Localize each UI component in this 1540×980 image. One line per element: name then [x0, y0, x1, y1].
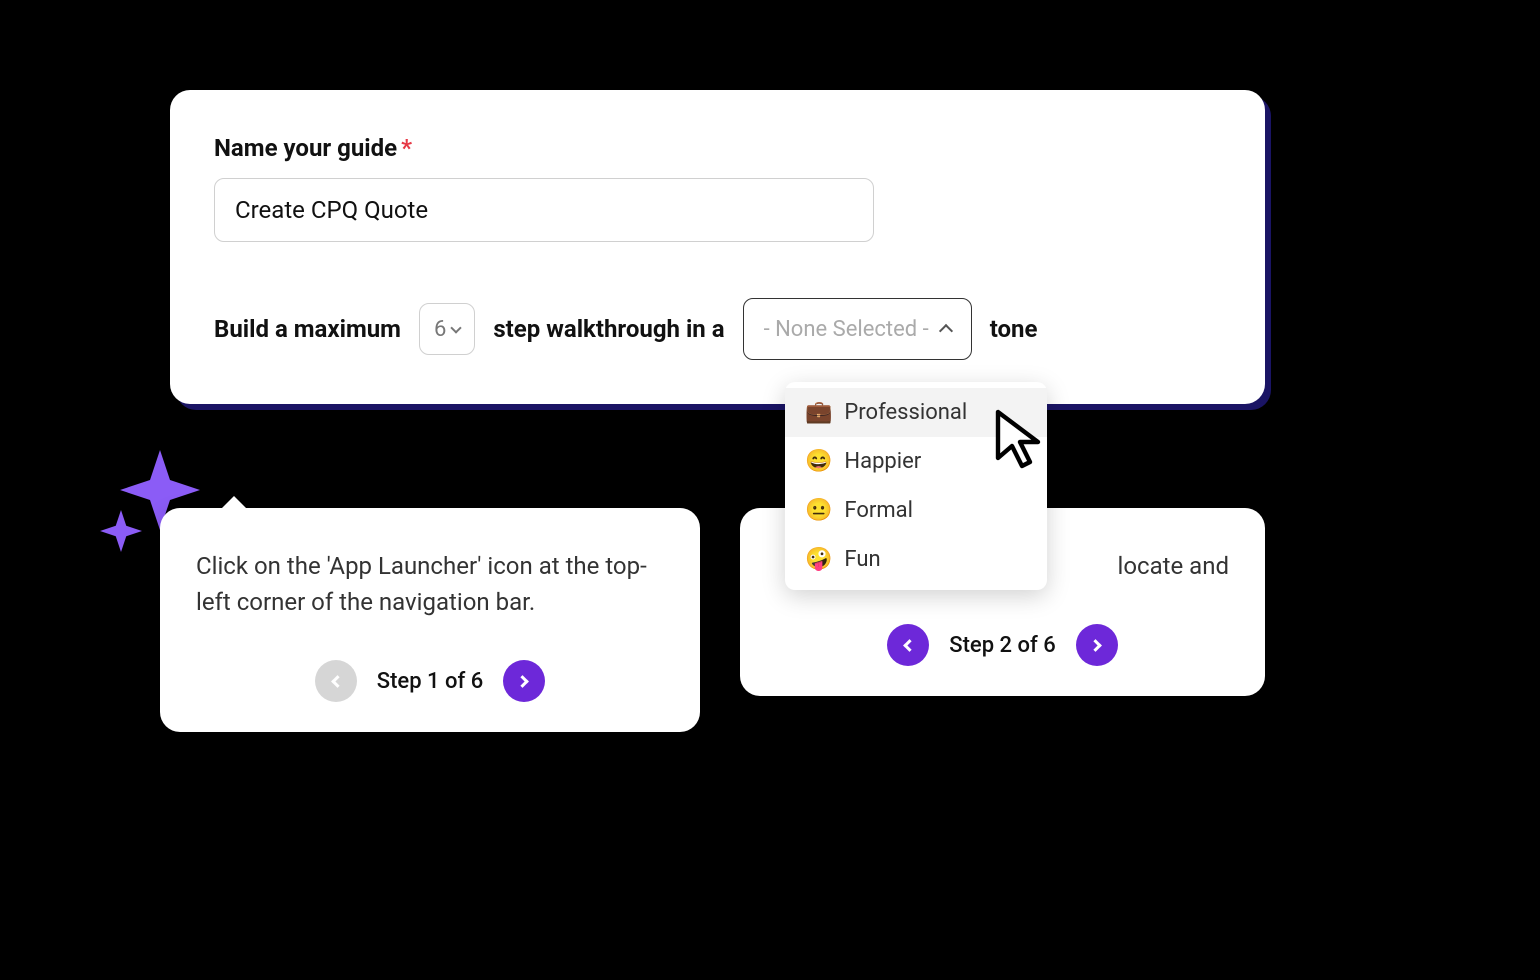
tone-option-formal[interactable]: 😐 Formal	[785, 486, 1047, 535]
guide-name-input[interactable]	[214, 178, 874, 242]
tone-option-label: Formal	[844, 498, 913, 523]
tone-option-fun[interactable]: 🤪 Fun	[785, 535, 1047, 584]
step-count-select[interactable]: 6	[419, 303, 475, 355]
chevron-up-icon	[939, 324, 953, 338]
briefcase-icon: 💼	[805, 400, 832, 425]
step-1-label: Step 1 of 6	[377, 669, 483, 694]
build-middle-text: step walkthrough in a	[493, 315, 724, 343]
chevron-left-icon	[903, 639, 916, 652]
build-prefix-text: Build a maximum	[214, 315, 401, 343]
step-2-next-button[interactable]	[1076, 624, 1118, 666]
smile-icon: 😄	[805, 449, 832, 474]
step-2-label: Step 2 of 6	[949, 633, 1055, 658]
tone-placeholder: - None Selected -	[764, 317, 929, 342]
step-2-prev-button[interactable]	[887, 624, 929, 666]
chevron-right-icon	[1089, 639, 1102, 652]
builder-sentence: Build a maximum 6 step walkthrough in a …	[214, 298, 1221, 360]
cursor-icon	[990, 406, 1054, 470]
zany-face-icon: 🤪	[805, 547, 832, 572]
walkthrough-step-1-card: Click on the 'App Launcher' icon at the …	[160, 508, 700, 732]
build-suffix-text: tone	[990, 315, 1038, 343]
step-count-value: 6	[434, 317, 446, 342]
tone-select[interactable]: - None Selected -	[743, 298, 972, 360]
name-label: Name your guide*	[214, 134, 1221, 162]
chevron-down-icon	[451, 322, 462, 333]
tone-option-label: Professional	[844, 400, 967, 425]
name-label-text: Name your guide	[214, 134, 397, 162]
guide-form-card: Name your guide* Build a maximum 6 step …	[170, 90, 1265, 404]
required-indicator: *	[401, 134, 412, 162]
step-1-text: Click on the 'App Launcher' icon at the …	[196, 548, 664, 620]
tone-option-label: Fun	[844, 547, 880, 572]
step-1-nav: Step 1 of 6	[196, 660, 664, 702]
step-1-prev-button	[315, 660, 357, 702]
neutral-face-icon: 😐	[805, 498, 832, 523]
step-2-nav: Step 2 of 6	[776, 624, 1229, 666]
tone-option-label: Happier	[844, 449, 921, 474]
step-1-next-button[interactable]	[503, 660, 545, 702]
chevron-left-icon	[331, 675, 344, 688]
chevron-right-icon	[516, 675, 529, 688]
